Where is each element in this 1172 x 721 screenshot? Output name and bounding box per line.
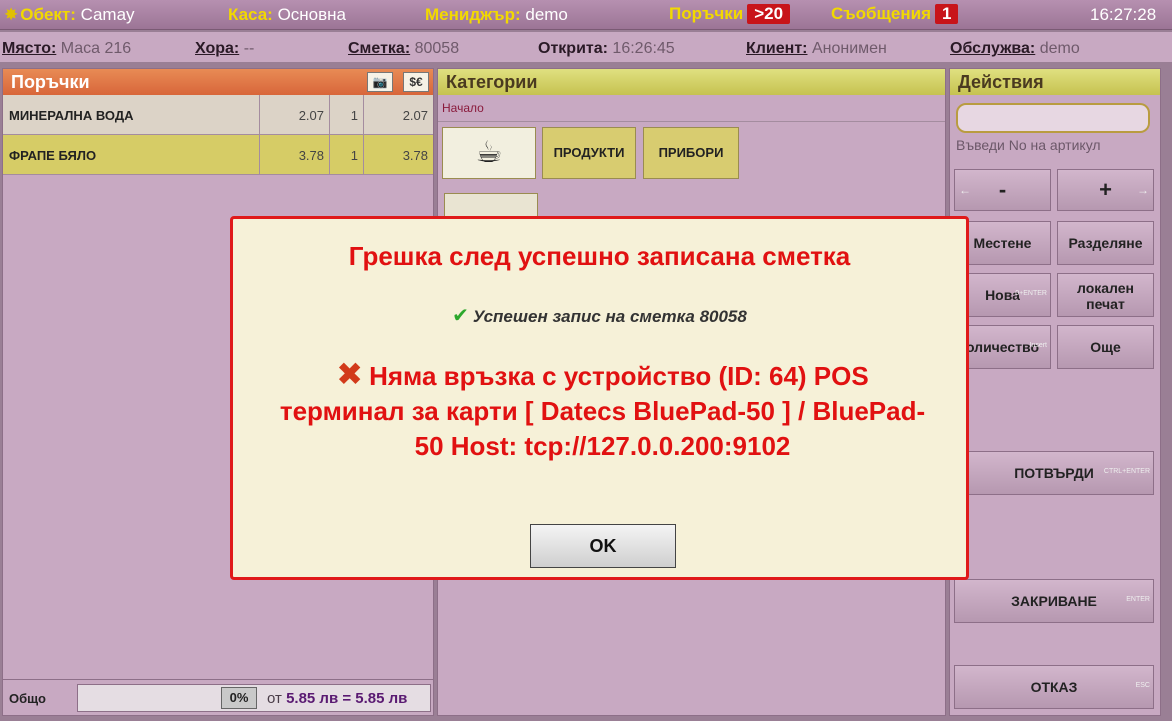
actions-header: Действия (950, 69, 1160, 95)
coffee-category-button[interactable]: ☕ (442, 127, 536, 179)
camera-icon[interactable]: 📷 (367, 72, 393, 92)
orders-indicator[interactable]: Поръчки >20 (669, 4, 791, 24)
ok-button[interactable]: OK (530, 524, 676, 568)
total-bar: Общо 0% от 5.85 лв = 5.85 лв (3, 679, 433, 715)
client-info: Клиент: Анонимен (746, 40, 887, 57)
dialog-title: Грешка след успешно записана сметка (348, 241, 851, 271)
messages-badge: 1 (935, 4, 959, 24)
opened-info: Открита: 16:26:45 (538, 40, 675, 57)
arrow-left-icon: ← (959, 183, 971, 197)
orders-header: Поръчки 📷 $€ (3, 69, 433, 95)
people-info: Хора: -- (195, 40, 255, 57)
info-bar: Място: Маса 216 Хора: -- Сметка: 80058 О… (0, 32, 1172, 62)
object-info: ✸ Обект: Camay (4, 5, 135, 24)
order-row[interactable]: ФРАПЕ БЯЛО 3.78 1 3.78 (3, 135, 433, 175)
coffee-cup-icon: ☕ (475, 136, 503, 169)
success-message: ✔ Успешен запис на сметка 80058 (452, 305, 747, 327)
total-sum: от 5.85 лв = 5.85 лв (267, 690, 408, 707)
currency-icon[interactable]: $€ (403, 72, 429, 92)
bill-info: Сметка: 80058 (348, 40, 460, 57)
register-info: Каса: Основна (228, 5, 347, 24)
decrease-button[interactable]: ← - (954, 169, 1051, 211)
place-info: Място: Маса 216 (2, 40, 132, 57)
split-button[interactable]: Разделяне (1057, 221, 1154, 265)
arrow-right-icon: → (1137, 183, 1149, 197)
utensils-category-button[interactable]: ПРИБОРИ (643, 127, 739, 179)
close-bill-button[interactable]: ЗАКРИВАНЕ ENTER (954, 579, 1154, 623)
checkmark-icon: ✔ (452, 305, 469, 327)
confirm-button[interactable]: ПОТВЪРДИ CTRL+ENTER (954, 451, 1154, 495)
orders-badge: >20 (747, 4, 791, 24)
messages-indicator[interactable]: Съобщения 1 (831, 4, 959, 24)
categories-header: Категории (438, 69, 945, 95)
more-button[interactable]: Още (1057, 325, 1154, 369)
article-number-input[interactable] (956, 103, 1150, 133)
top-bar: ✸ Обект: Camay Каса: Основна Мениджър: de… (0, 0, 1172, 30)
error-dialog: Грешка след успешно записана сметка ✔ Усп… (230, 216, 969, 580)
star-icon: ✸ (4, 5, 19, 24)
error-message: ✖ Няма връзка с устройство (ID: 64) POS т… (279, 356, 926, 462)
increase-button[interactable]: + → (1057, 169, 1154, 211)
discount-button[interactable]: 0% (221, 687, 257, 709)
error-x-icon: ✖ (336, 356, 364, 392)
served-info: Обслужва: demo (950, 40, 1080, 57)
article-number-label: Въведи No на артикул (956, 137, 1101, 153)
order-row[interactable]: МИНЕРАЛНА ВОДА 2.07 1 2.07 (3, 95, 433, 135)
clock: 16:27:28 (1090, 5, 1157, 24)
actions-panel: Действия Въведи No на артикул ← - + → Мест… (949, 68, 1161, 716)
breadcrumb[interactable]: Начало (438, 95, 945, 122)
manager-info: Мениджър: demo (425, 5, 568, 24)
cancel-button[interactable]: ОТКАЗ ESC (954, 665, 1154, 709)
local-print-button[interactable]: локален печат (1057, 273, 1154, 317)
products-category-button[interactable]: ПРОДУКТИ (542, 127, 636, 179)
